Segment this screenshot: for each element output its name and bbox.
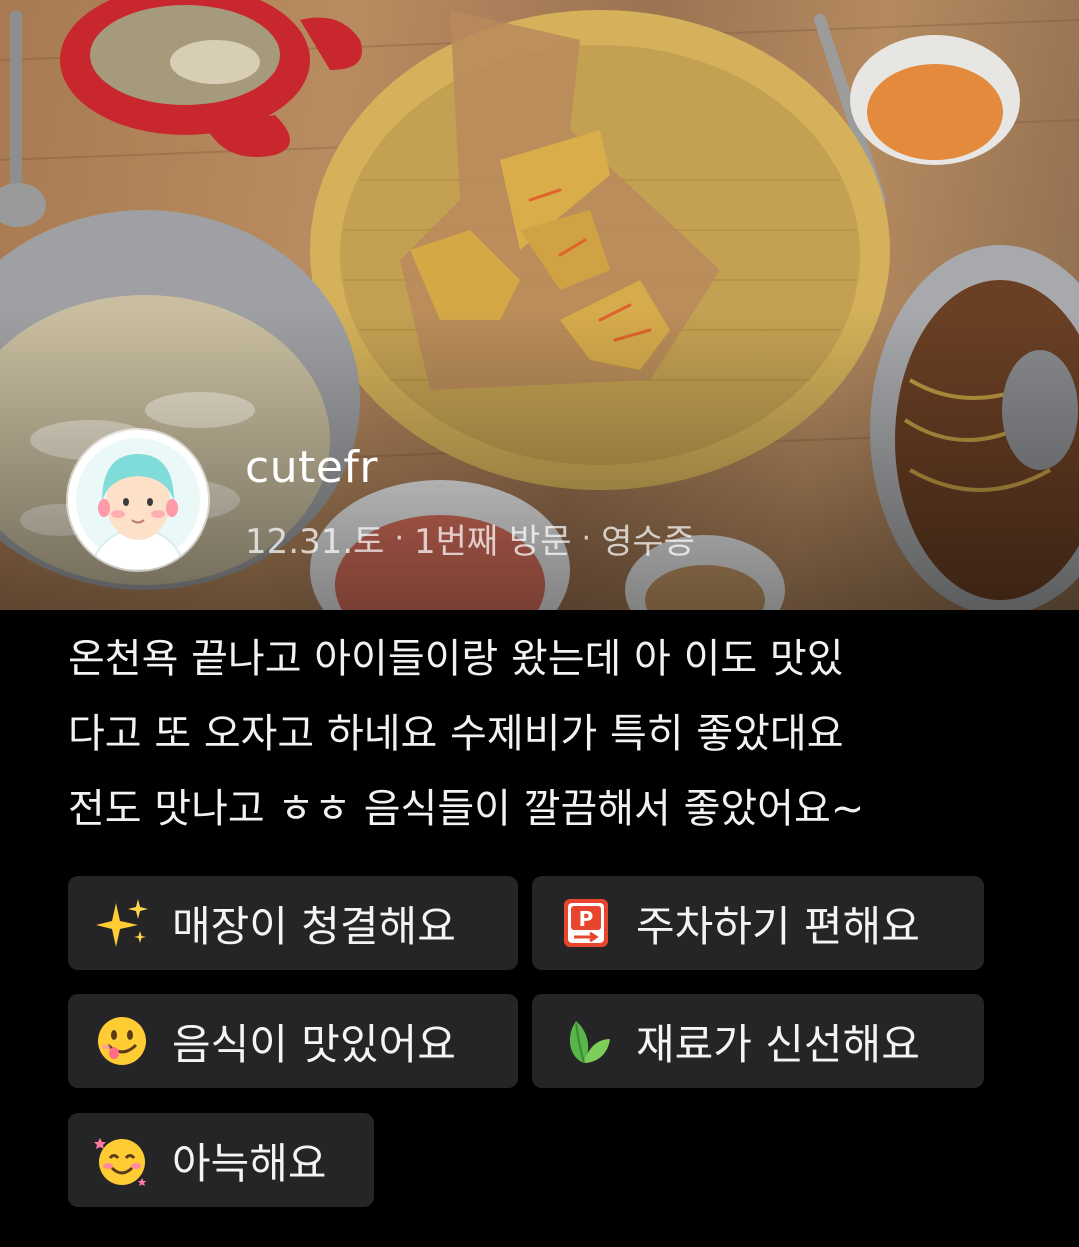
review-card: cutefr 12.31.토 · 1번째 방문 · 영수증 온천욕 끝나고 아이… xyxy=(0,0,1079,1247)
review-line: 다고 또 오자고 하네요 수제비가 특히 좋았대요 xyxy=(68,711,844,757)
review-line: 전도 맛나고 ㅎㅎ 음식들이 깔끔해서 좋았어요~ xyxy=(68,786,865,832)
user-avatar-icon xyxy=(68,430,208,570)
visit-meta: 12.31.토 · 1번째 방문 · 영수증 xyxy=(245,514,695,563)
receipt-label[interactable]: 영수증 xyxy=(601,514,695,563)
keyword-label: 음식이 맛있어요 xyxy=(172,1019,456,1069)
smiling-blush-icon xyxy=(94,1132,150,1188)
keyword-chip-parking[interactable]: P 주차하기 편해요 xyxy=(532,876,984,970)
visit-count: 1번째 방문 xyxy=(413,522,572,562)
keyword-label: 주차하기 편해요 xyxy=(636,901,920,951)
review-photo[interactable]: cutefr 12.31.토 · 1번째 방문 · 영수증 xyxy=(0,0,1079,610)
keyword-chip-cozy[interactable]: 아늑해요 xyxy=(68,1113,374,1207)
visit-date: 12.31.토 xyxy=(245,522,385,562)
meta-separator: · xyxy=(581,521,592,556)
avatar[interactable] xyxy=(68,430,208,570)
review-line: 온천욕 끝나고 아이들이랑 왔는데 아 이도 맛있 xyxy=(68,636,844,682)
svg-text:P: P xyxy=(579,907,594,931)
keyword-chip-clean[interactable]: 매장이 청결해요 xyxy=(68,876,518,970)
leaf-icon xyxy=(558,1013,614,1069)
keyword-label: 매장이 청결해요 xyxy=(172,901,456,951)
meta-separator: · xyxy=(394,521,404,556)
parking-icon: P xyxy=(558,895,614,951)
keyword-label: 아늑해요 xyxy=(172,1138,327,1188)
username[interactable]: cutefr xyxy=(245,442,378,493)
review-text: 온천욕 끝나고 아이들이랑 왔는데 아 이도 맛있 다고 또 오자고 하네요 수… xyxy=(68,622,1028,847)
keyword-label: 재료가 신선해요 xyxy=(636,1019,920,1069)
keyword-chip-fresh[interactable]: 재료가 신선해요 xyxy=(532,994,984,1088)
sparkles-icon xyxy=(94,895,150,951)
keyword-chip-tasty[interactable]: 음식이 맛있어요 xyxy=(68,994,518,1088)
yum-face-icon xyxy=(94,1013,150,1069)
